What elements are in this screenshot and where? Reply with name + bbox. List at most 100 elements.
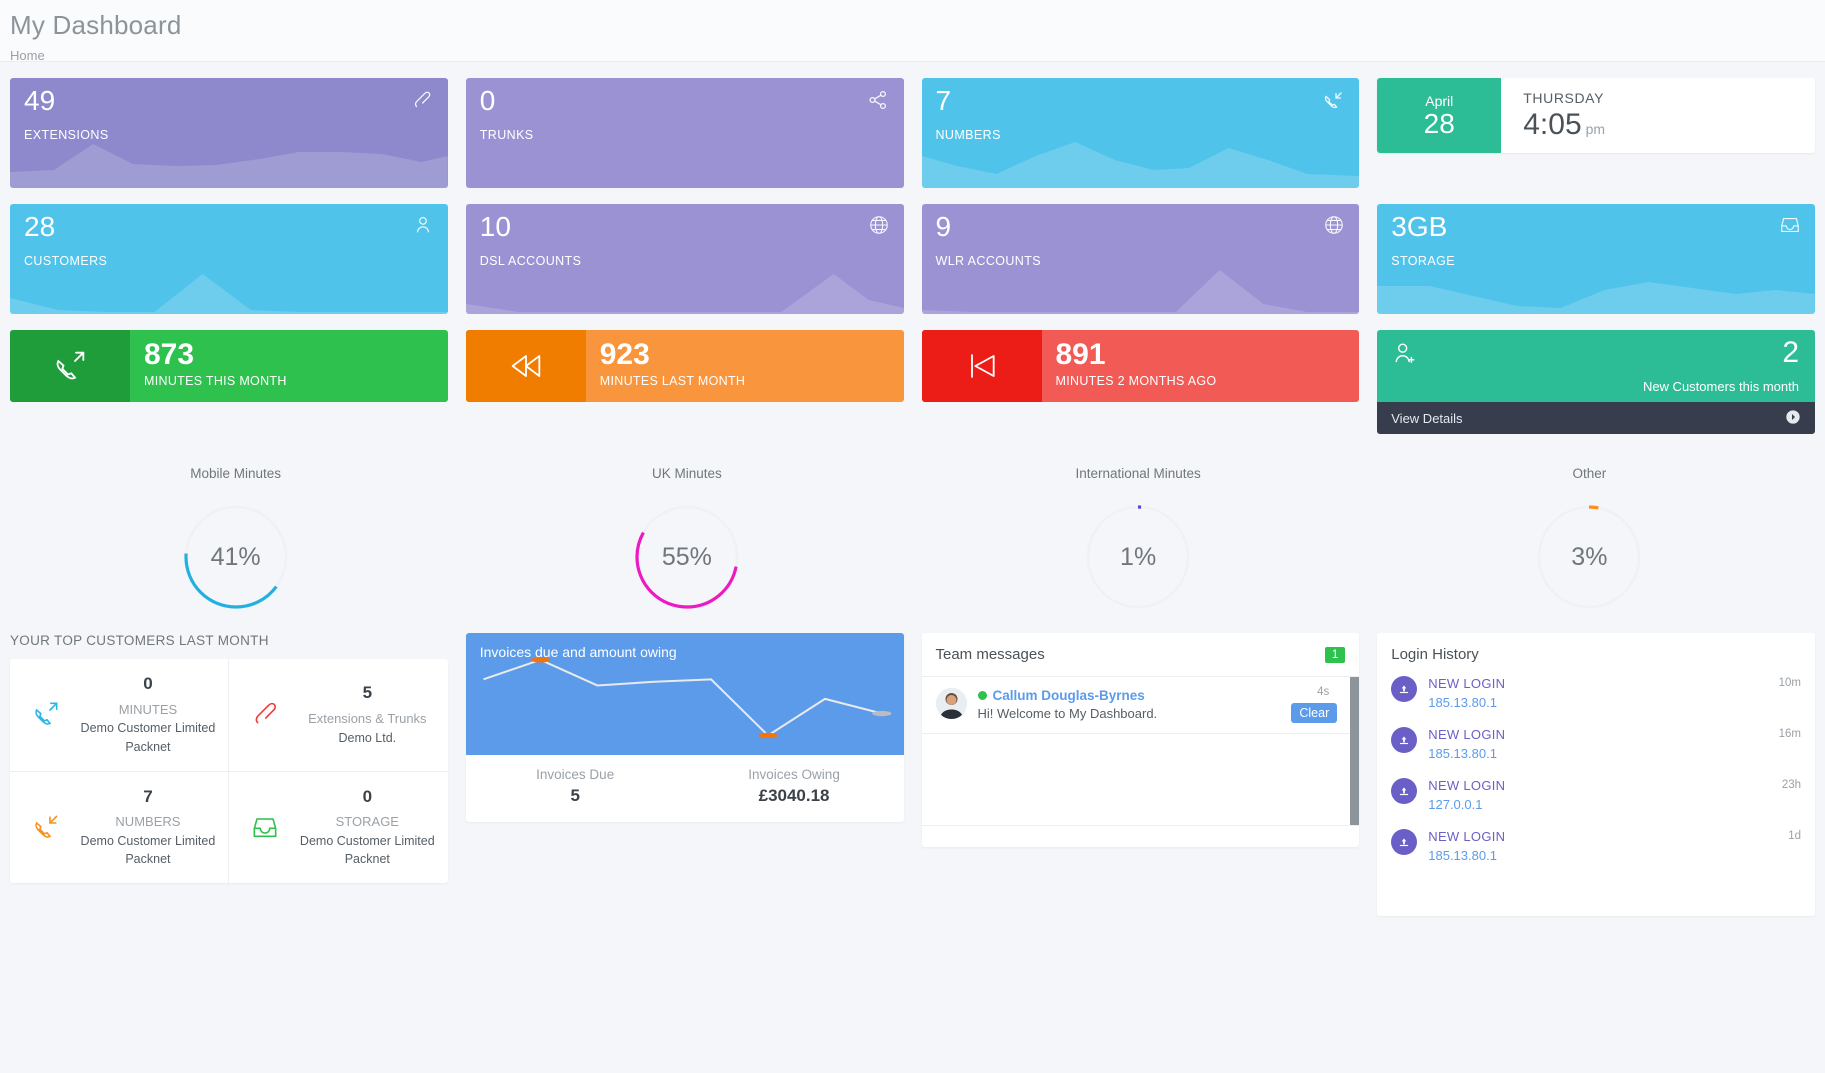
- minutes-body: 873 MINUTES THIS MONTH: [130, 330, 448, 402]
- stat-card-dsl-accounts[interactable]: 10 DSL ACCOUNTS: [465, 204, 904, 314]
- weekday-label: THURSDAY: [1523, 90, 1605, 106]
- login-ip[interactable]: 185.13.80.1: [1428, 695, 1767, 710]
- clear-button[interactable]: Clear: [1291, 703, 1338, 723]
- stat-card-trunks[interactable]: 0 TRUNKS: [465, 78, 904, 188]
- cloud-upload-icon: [1391, 778, 1418, 804]
- scrollbar[interactable]: [1350, 677, 1360, 825]
- minutes-last-month-col: 923 MINUTES LAST MONTH: [465, 330, 904, 434]
- new-customers-col: 2 New Customers this month View Details: [1377, 330, 1815, 434]
- online-status-icon: [977, 691, 987, 700]
- message-sender-name: Callum Douglas-Byrnes: [992, 688, 1145, 703]
- date-month: April: [1425, 92, 1454, 109]
- list-item[interactable]: NEW LOGIN 185.13.80.1 16m: [1391, 727, 1801, 761]
- stat-value: 3GB: [1391, 211, 1448, 242]
- minutes-value: 873: [144, 338, 195, 371]
- scrollbar-thumb[interactable]: [1350, 677, 1360, 825]
- invoices-due-value: 5: [570, 786, 580, 805]
- top-customer-cell[interactable]: 0 STORAGE Demo Customer Limited Packnet: [229, 772, 448, 884]
- minutes-body: 923 MINUTES LAST MONTH: [586, 330, 904, 402]
- stat-card-customers-col: 28 CUSTOMERS: [10, 204, 448, 314]
- top-customer-value: 7: [143, 786, 153, 806]
- top-customer-cell[interactable]: 0 MINUTES Demo Customer Limited Packnet: [10, 659, 229, 772]
- globe-icon: [868, 214, 890, 241]
- donut-uk-minutes: UK Minutes 55%: [461, 466, 912, 611]
- stat-card-wlr-col: 9 WLR ACCOUNTS: [921, 204, 1360, 314]
- login-event: NEW LOGIN: [1428, 727, 1506, 742]
- stat-value: 49: [24, 85, 56, 116]
- list-item[interactable]: NEW LOGIN 185.13.80.1 1d: [1391, 829, 1801, 863]
- login-time: 23h: [1781, 779, 1801, 791]
- stat-card-storage[interactable]: 3GB STORAGE: [1377, 204, 1815, 314]
- login-entry-body: NEW LOGIN 127.0.0.1: [1428, 778, 1771, 812]
- list-item[interactable]: NEW LOGIN 127.0.0.1 23h: [1391, 778, 1801, 812]
- stat-label: EXTENSIONS: [24, 128, 109, 142]
- message-sender[interactable]: Callum Douglas-Byrnes: [977, 688, 1346, 703]
- donut-chart: 3%: [1535, 503, 1643, 611]
- top-customer-text: 0 STORAGE Demo Customer Limited Packnet: [297, 785, 438, 869]
- stat-value: 9: [935, 211, 952, 242]
- page-title: My Dashboard: [10, 10, 182, 40]
- page-header: My Dashboard Home: [0, 0, 1825, 63]
- breadcrumb[interactable]: Home: [10, 48, 1825, 63]
- stat-card-trunks-col: 0 TRUNKS: [465, 78, 904, 188]
- phone-incoming-icon: [24, 811, 68, 843]
- invoices-owing-value: £3040.18: [758, 786, 830, 805]
- view-details-button[interactable]: View Details: [1377, 402, 1815, 434]
- stat-card-wlr-accounts[interactable]: 9 WLR ACCOUNTS: [921, 204, 1360, 314]
- stat-label: WLR ACCOUNTS: [935, 254, 1042, 268]
- top-customer-name: Demo Customer Limited Packnet: [80, 721, 216, 754]
- login-entry-body: NEW LOGIN 185.13.80.1: [1428, 727, 1767, 761]
- phone-outgoing-icon: [24, 698, 68, 730]
- login-entry-body: NEW LOGIN 185.13.80.1: [1428, 829, 1777, 863]
- login-ip[interactable]: 185.13.80.1: [1428, 746, 1767, 761]
- login-ip[interactable]: 127.0.0.1: [1428, 797, 1771, 812]
- minutes-card-this-month[interactable]: 873 MINUTES THIS MONTH: [10, 330, 448, 402]
- stat-card-customers[interactable]: 28 CUSTOMERS: [10, 204, 448, 314]
- top-customer-cell[interactable]: 7 NUMBERS Demo Customer Limited Packnet: [10, 771, 229, 884]
- stat-card-extensions-col: 49 EXTENSIONS: [10, 78, 448, 188]
- stat-card-numbers-col: 7 NUMBERS: [921, 78, 1360, 188]
- top-customer-cell[interactable]: 5 Extensions & Trunks Demo Ltd.: [228, 659, 448, 772]
- minutes-this-month-col: 873 MINUTES THIS MONTH: [10, 330, 448, 434]
- stat-card-dsl-col: 10 DSL ACCOUNTS: [465, 204, 904, 314]
- stat-label: CUSTOMERS: [24, 254, 108, 268]
- minutes-card-last-month[interactable]: 923 MINUTES LAST MONTH: [465, 330, 904, 402]
- top-customer-text: 5 Extensions & Trunks Demo Ltd.: [297, 681, 438, 747]
- donut-chart-row: Mobile Minutes 41% UK Minutes 55% Intern…: [0, 466, 1825, 611]
- top-customer-text: 7 NUMBERS Demo Customer Limited Packnet: [78, 785, 218, 869]
- top-customer-value: 0: [362, 786, 373, 806]
- donut-chart: 41%: [182, 503, 290, 611]
- bottom-row: YOUR TOP CUSTOMERS LAST MONTH 0 MINUTES …: [0, 633, 1825, 916]
- login-event: NEW LOGIN: [1428, 676, 1506, 691]
- login-time: 10m: [1778, 677, 1801, 689]
- stat-card-numbers[interactable]: 7 NUMBERS: [921, 78, 1360, 188]
- top-customer-name: Demo Ltd.: [338, 730, 397, 745]
- globe-icon: [1323, 214, 1345, 241]
- donut-title: Mobile Minutes: [190, 466, 282, 481]
- arrow-right-circle-icon: [1785, 409, 1801, 428]
- minutes-card-two-months-ago[interactable]: 891 MINUTES 2 MONTHS AGO: [921, 330, 1360, 402]
- list-item[interactable]: Callum Douglas-Byrnes Hi! Welcome to My …: [921, 677, 1360, 734]
- donut-chart: 1%: [1084, 503, 1192, 611]
- invoices-owing-box: Invoices Owing £3040.18: [685, 767, 904, 806]
- date-panel: April 28: [1377, 78, 1502, 153]
- list-item[interactable]: NEW LOGIN 185.13.80.1 10m: [1391, 676, 1801, 710]
- time-ampm: pm: [1585, 121, 1606, 137]
- top-customer-name: Demo Customer Limited Packnet: [299, 834, 435, 867]
- login-ip[interactable]: 185.13.80.1: [1428, 848, 1777, 863]
- view-details-label: View Details: [1391, 410, 1463, 426]
- invoices-col: Invoices due and amount owing Invoices D…: [465, 633, 904, 822]
- team-messages-badge: 1: [1324, 646, 1346, 663]
- stat-label: DSL ACCOUNTS: [479, 254, 582, 268]
- stat-card-extensions[interactable]: 49 EXTENSIONS: [10, 78, 448, 188]
- invoices-due-label: Invoices Due: [536, 767, 615, 782]
- donut-mobile-minutes: Mobile Minutes 41%: [10, 466, 461, 611]
- donut-international-minutes: International Minutes 1%: [913, 466, 1364, 611]
- team-messages-footer: [921, 825, 1360, 847]
- top-customer-kind: STORAGE: [335, 814, 399, 830]
- minutes-row: 873 MINUTES THIS MONTH 923 MINUTES LAST …: [0, 330, 1825, 434]
- top-customer-value: 0: [143, 674, 153, 693]
- team-messages-header: Team messages 1: [921, 633, 1360, 677]
- stat-value: 7: [935, 85, 952, 116]
- invoices-owing-label: Invoices Owing: [748, 767, 840, 782]
